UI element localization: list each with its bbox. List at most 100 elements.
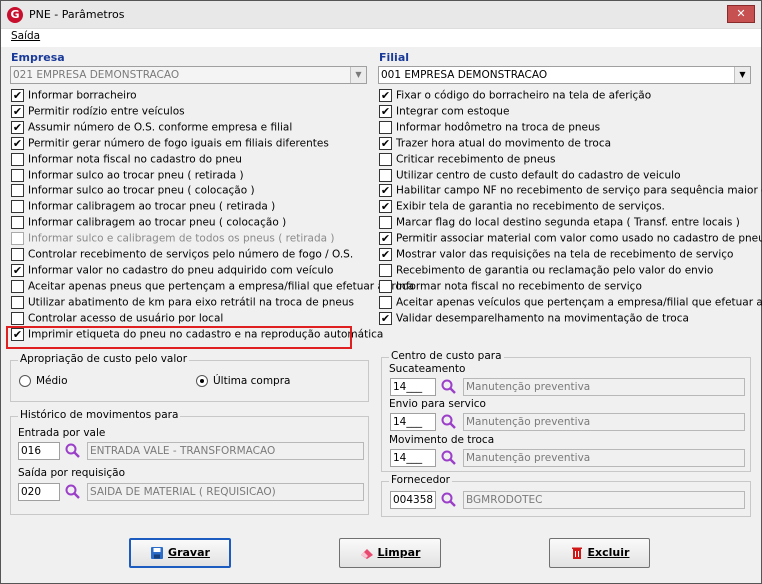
checkbox-icon	[379, 152, 392, 166]
filial-option[interactable]: Utilizar centro de custo default do cada…	[379, 168, 681, 185]
empresa-option[interactable]: ✔ Informar valor no cadastro do pneu adqu…	[11, 263, 333, 280]
empresa-select[interactable]: 021 EMPRESA DEMONSTRACAO ▼	[10, 66, 367, 84]
gravar-button-label: Gravar	[168, 546, 210, 559]
envio-desc-field: Manutenção preventiva	[463, 413, 745, 431]
filial-option-label: Criticar recebimento de pneus	[396, 153, 556, 166]
radio-ultima-compra[interactable]: Última compra	[196, 375, 290, 391]
limpar-button[interactable]: Limpar	[339, 538, 441, 568]
fornecedor-code-input[interactable]: 004358	[390, 491, 436, 509]
empresa-option: Informar sulco e calibragem de todos os …	[11, 232, 335, 248]
centro-custo-title: Centro de custo para	[389, 350, 504, 362]
sucateamento-code-input[interactable]: 14___	[390, 378, 436, 396]
movimento-code-input[interactable]: 14___	[390, 449, 436, 467]
saida-code-input[interactable]: 020	[18, 483, 60, 501]
checkbox-icon	[379, 295, 392, 309]
empresa-option-label: Aceitar apenas pneus que pertençam a emp…	[28, 280, 415, 293]
radio-ultima-compra-label: Última compra	[213, 375, 291, 387]
empresa-option-label: Utilizar abatimento de km para eixo retr…	[28, 296, 354, 309]
radio-selected-icon	[196, 375, 208, 387]
empresa-option-label: Informar calibragem ao trocar pneu ( col…	[28, 216, 287, 229]
historico-title: Histórico de movimentos para	[18, 409, 181, 421]
eraser-icon	[360, 549, 373, 559]
empresa-option[interactable]: ✔ Permitir rodízio entre veículos	[11, 104, 185, 121]
entrada-desc-field: ENTRADA VALE - TRANSFORMACAO	[87, 442, 364, 460]
entrada-code-input[interactable]: 016	[18, 442, 60, 460]
filial-option-label: Exibir tela de garantia no recebimento d…	[396, 200, 665, 213]
search-icon[interactable]	[440, 491, 458, 509]
checkbox-icon	[11, 152, 24, 166]
sucateamento-label: Sucateamento	[389, 363, 466, 375]
checkbox-icon	[379, 120, 392, 134]
empresa-option-label: Informar nota fiscal no cadastro do pneu	[28, 153, 242, 166]
close-icon: ✕	[736, 7, 746, 20]
envio-label: Envio para servico	[389, 398, 486, 410]
filial-option[interactable]: ✔ Integrar com estoque	[379, 104, 509, 121]
filial-option[interactable]: ✔ Habilitar campo NF no recebimento de se…	[379, 184, 762, 200]
empresa-option-label: Permitir rodízio entre veículos	[28, 105, 185, 118]
movimento-desc-field: Manutenção preventiva	[463, 449, 745, 467]
empresa-option[interactable]: Controlar recebimento de serviços pelo n…	[11, 248, 353, 264]
checkbox-icon	[11, 200, 24, 214]
search-icon[interactable]	[64, 442, 82, 460]
gravar-button[interactable]: Gravar	[129, 538, 231, 568]
filial-option-label: Utilizar centro de custo default do cada…	[396, 169, 681, 181]
excluir-button[interactable]: Excluir	[549, 538, 650, 568]
floppy-disk-icon	[151, 547, 164, 559]
checkbox-icon	[11, 184, 24, 198]
search-icon[interactable]	[440, 449, 458, 467]
search-icon[interactable]	[64, 483, 82, 501]
filial-option[interactable]: Recebimento de garantia ou reclamação pe…	[379, 263, 713, 280]
empresa-option-label: Informar calibragem ao trocar pneu ( ret…	[28, 200, 276, 213]
filial-option-label: Trazer hora atual do movimento de troca	[396, 137, 612, 150]
empresa-option[interactable]: Utilizar abatimento de km para eixo retr…	[11, 295, 354, 312]
empresa-option[interactable]: ✔ Assumir número de O.S. conforme empresa…	[11, 120, 292, 137]
checkbox-icon	[11, 279, 24, 293]
filial-option[interactable]: ✔ Trazer hora atual do movimento de troca	[379, 136, 612, 153]
filial-option[interactable]: Marcar flag do local destino segunda eta…	[379, 216, 740, 232]
empresa-option[interactable]: ✔ Permitir gerar número de fogo iguais em…	[11, 136, 329, 153]
filial-option-label: Validar desemparelhamento na movimentaçã…	[396, 312, 689, 325]
search-icon[interactable]	[440, 413, 458, 431]
filial-option[interactable]: Informar hodômetro na troca de pneus	[379, 120, 600, 137]
radio-medio[interactable]: Médio	[19, 375, 68, 391]
movimento-label: Movimento de troca	[389, 434, 495, 446]
empresa-option-label: Informar sulco ao trocar pneu ( retirada…	[28, 169, 244, 181]
checkbox-icon	[379, 263, 392, 277]
filial-option[interactable]: ✔ Permitir associar material com valor co…	[379, 232, 762, 248]
filial-option[interactable]: ✔ Validar desemparelhamento na movimentaç…	[379, 311, 689, 328]
empresa-option[interactable]: Informar calibragem ao trocar pneu ( ret…	[11, 200, 275, 216]
empresa-option[interactable]: Aceitar apenas pneus que pertençam a emp…	[11, 279, 415, 296]
empresa-option[interactable]: Informar calibragem ao trocar pneu ( col…	[11, 216, 286, 232]
filial-option[interactable]: Aceitar apenas veículos que pertençam a …	[379, 295, 762, 312]
filial-select[interactable]: 001 EMPRESA DEMONSTRACAO ▼	[378, 66, 751, 84]
checkbox-icon	[379, 216, 392, 230]
empresa-option[interactable]: ✔ Informar borracheiro	[11, 89, 137, 105]
limpar-button-label: Limpar	[377, 546, 421, 559]
empresa-option[interactable]: Informar nota fiscal no cadastro do pneu	[11, 152, 242, 169]
apropriacao-title: Apropriação de custo pelo valor	[18, 353, 190, 365]
saida-desc-field: SAIDA DE MATERIAL ( REQUISICAO)	[87, 483, 364, 501]
empresa-option[interactable]: Informar sulco ao trocar pneu ( retirada…	[11, 168, 244, 185]
filial-option[interactable]: ✔ Mostrar valor das requisições na tela d…	[379, 248, 733, 264]
filial-option[interactable]: Informar nota fiscal no recebimento de s…	[379, 279, 642, 296]
menu-saida[interactable]: Saída	[11, 30, 40, 42]
envio-code-input[interactable]: 14___	[390, 413, 436, 431]
close-button[interactable]: ✕	[727, 5, 755, 23]
filial-option-label: Mostrar valor das requisições na tela de…	[396, 248, 734, 261]
empresa-option-label: Informar sulco ao trocar pneu ( colocaçã…	[28, 184, 255, 197]
filial-option-label: Marcar flag do local destino segunda eta…	[396, 216, 740, 229]
filial-option[interactable]: Criticar recebimento de pneus	[379, 152, 556, 169]
filial-option[interactable]: ✔ Fixar o código do borracheiro na tela d…	[379, 89, 651, 105]
checkbox-checked-icon: ✔	[11, 136, 24, 150]
filial-option-label: Informar nota fiscal no recebimento de s…	[396, 280, 642, 293]
filial-option[interactable]: ✔ Exibir tela de garantia no recebimento …	[379, 200, 665, 216]
window-title: PNE - Parâmetros	[29, 8, 125, 21]
checkbox-checked-icon: ✔	[379, 184, 392, 198]
filial-option-label: Permitir associar material com valor com…	[396, 232, 762, 245]
empresa-option-label: Controlar acesso de usuário por local	[28, 312, 224, 325]
title-bar: G PNE - Parâmetros ✕	[1, 1, 761, 29]
checkbox-checked-icon: ✔	[379, 104, 392, 118]
search-icon[interactable]	[440, 378, 458, 396]
empresa-option[interactable]: Informar sulco ao trocar pneu ( colocaçã…	[11, 184, 255, 200]
entrada-label: Entrada por vale	[18, 427, 106, 439]
